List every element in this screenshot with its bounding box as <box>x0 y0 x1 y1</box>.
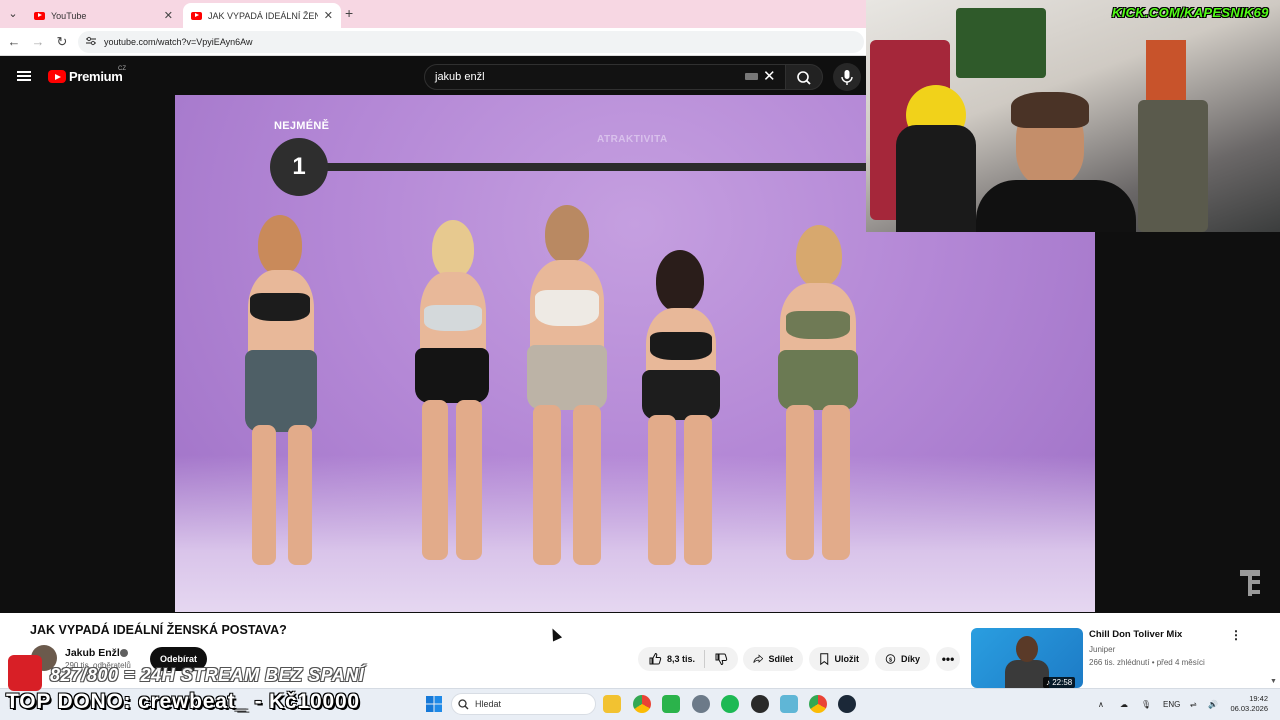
youtube-brand[interactable]: Premium <box>69 69 123 84</box>
site-settings-icon[interactable] <box>86 36 96 46</box>
tab-title: YouTube <box>51 10 87 21</box>
bookmark-icon <box>820 653 829 666</box>
youtube-favicon-icon <box>191 11 202 20</box>
reload-icon[interactable]: ↻ <box>54 34 70 50</box>
studio-floor <box>175 455 1095 612</box>
region-code: CZ <box>118 66 126 72</box>
youtube-favicon-icon <box>34 11 45 20</box>
keyboard-icon[interactable] <box>745 73 758 80</box>
tray-expand-icon[interactable]: ∧ <box>1098 700 1104 709</box>
system-clock[interactable]: 19:42 06.03.2026 <box>1228 694 1268 714</box>
close-tab-icon[interactable]: ✕ <box>164 9 173 22</box>
settings-gear-icon[interactable] <box>692 695 710 713</box>
taskbar-search-icon <box>458 699 469 710</box>
super-thanks-icon: $ <box>885 654 896 664</box>
streamer-hair <box>1011 92 1089 128</box>
chrome-profile-icon[interactable] <box>809 695 827 713</box>
ranking-center-label: ATRAKTIVITA <box>597 134 668 145</box>
channel-name[interactable]: Jakub Enžl <box>65 647 120 659</box>
share-icon <box>753 654 764 663</box>
steam-icon[interactable] <box>838 695 856 713</box>
thanks-button[interactable]: $ Díky <box>875 647 930 671</box>
share-button[interactable]: Sdílet <box>743 647 803 671</box>
devil-emote-icon <box>8 655 42 691</box>
app-green-icon[interactable] <box>662 695 680 713</box>
recommended-title[interactable]: Chill Don Toliver Mix <box>1089 629 1182 640</box>
top-donation-text: TOP DONO: crewbeat_ - Kč10000 <box>6 690 360 713</box>
youtube-logo-icon[interactable] <box>48 70 66 83</box>
save-label: Uložit <box>834 654 860 664</box>
ranking-left-label: NEJMÉNĚ <box>274 120 330 132</box>
wall-jersey <box>1146 40 1186 100</box>
menu-icon[interactable] <box>17 71 31 81</box>
recommended-meta: 266 tis. zhlédnutí • před 4 měsíci <box>1089 658 1205 667</box>
windows-start-icon[interactable] <box>426 696 442 712</box>
svg-text:$: $ <box>889 657 892 663</box>
verified-icon <box>120 649 128 657</box>
close-tab-icon[interactable]: ✕ <box>324 9 333 22</box>
taskbar-search-input[interactable]: Hledat <box>451 693 596 715</box>
language-indicator[interactable]: ENG <box>1163 700 1180 709</box>
video-duration: ♪ 22:58 <box>1043 677 1076 688</box>
like-icon[interactable] <box>648 652 662 666</box>
clock-date: 06.03.2026 <box>1230 704 1268 713</box>
like-count[interactable]: 8,3 tis. <box>667 654 695 664</box>
mic-tray-icon[interactable]: 🎙 <box>1141 700 1151 709</box>
wall-poster <box>1138 100 1208 232</box>
search-icon <box>797 71 811 85</box>
wifi-icon[interactable]: ⇌ <box>1190 700 1197 709</box>
search-button[interactable] <box>785 64 823 90</box>
wall-shelf <box>956 8 1046 78</box>
clock-time: 19:42 <box>1249 694 1268 703</box>
forward-arrow-icon[interactable]: → <box>30 34 46 49</box>
browser-tab-youtube[interactable]: YouTube ✕ <box>26 3 181 28</box>
share-label: Sdílet <box>768 654 793 664</box>
recommended-menu-icon[interactable]: ⋮ <box>1230 628 1242 642</box>
kick-channel-label: KICK.COM/KAPESNIK69 <box>1112 5 1269 20</box>
like-divider <box>704 650 705 668</box>
save-button[interactable]: Uložit <box>809 647 869 671</box>
obs-icon[interactable] <box>751 695 769 713</box>
tab-title: JAK VYPADÁ IDEÁLNÍ ŽENSKÁ P <box>208 10 318 21</box>
file-explorer-icon[interactable] <box>603 695 621 713</box>
voice-search-button[interactable] <box>833 63 861 91</box>
new-tab-icon[interactable]: + <box>345 5 353 21</box>
like-dislike-group: 8,3 tis. <box>638 647 738 671</box>
rank-circle: 1 <box>270 138 328 196</box>
video-title: JAK VYPADÁ IDEÁLNÍ ŽENSKÁ POSTAVA? <box>30 623 287 637</box>
volume-icon[interactable]: 🔊 <box>1208 700 1218 709</box>
thumbnail-face <box>1016 636 1038 662</box>
dislike-icon[interactable] <box>714 652 728 666</box>
browser-tab-video[interactable]: JAK VYPADÁ IDEÁLNÍ ŽENSKÁ P ✕ <box>183 3 341 28</box>
more-icon: ••• <box>941 652 955 666</box>
more-actions-button[interactable]: ••• <box>936 647 960 671</box>
tab-search-chevron-icon[interactable]: ⌄ <box>4 5 22 23</box>
stream-goal-text: 827/800 = 24H STREAM BEZ SPANÍ <box>50 665 365 685</box>
spotify-icon[interactable] <box>721 695 739 713</box>
channel-watermark-icon[interactable] <box>1238 568 1262 598</box>
microphone-icon <box>841 70 853 85</box>
chrome-icon[interactable] <box>633 695 651 713</box>
search-input[interactable]: jakub enžl <box>424 64 786 90</box>
url-bar[interactable]: youtube.com/watch?v=VpyiEAyn6Aw <box>78 31 864 53</box>
streamer-torso <box>976 180 1136 232</box>
duration-text: 22:58 <box>1052 678 1073 687</box>
clear-search-icon[interactable]: ✕ <box>763 67 776 85</box>
app-blue-icon[interactable] <box>780 695 798 713</box>
recommended-channel[interactable]: Juniper <box>1089 645 1115 654</box>
back-arrow-icon[interactable]: ← <box>6 34 22 49</box>
streamer-webcam <box>866 0 1280 232</box>
scroll-down-arrow-icon[interactable]: ▼ <box>1270 678 1277 685</box>
plush-shirt <box>896 125 976 232</box>
thanks-label: Díky <box>900 654 920 664</box>
network-icon[interactable]: ☁ <box>1120 700 1128 709</box>
